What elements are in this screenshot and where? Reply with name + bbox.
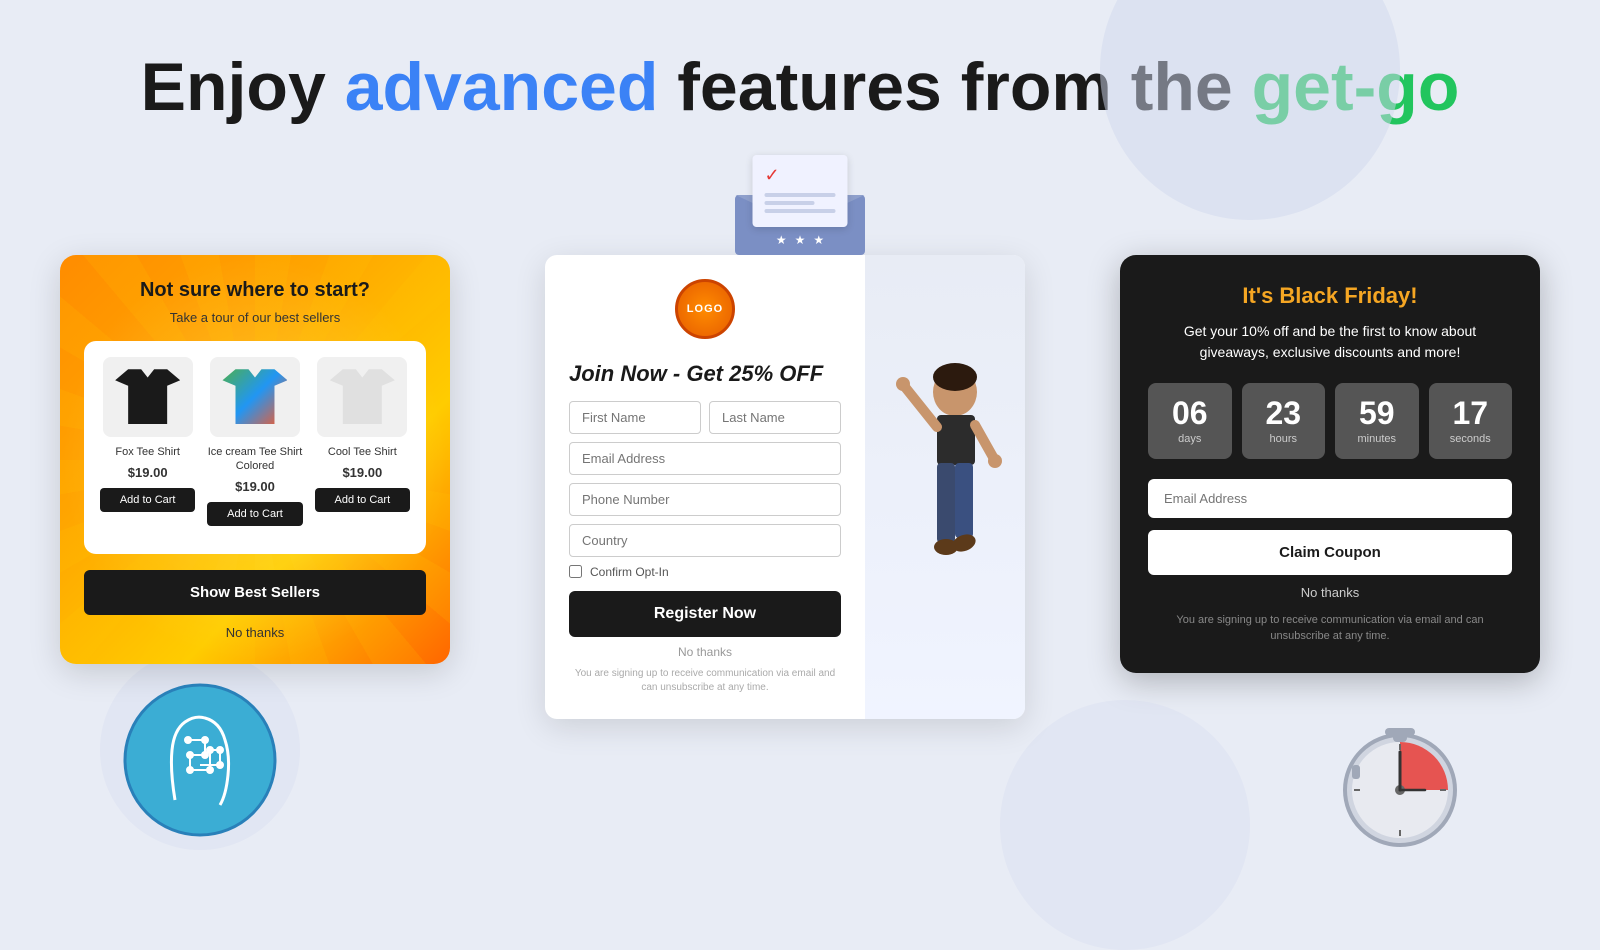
person-image-side bbox=[865, 255, 1025, 719]
countdown-seconds: 17 seconds bbox=[1429, 383, 1513, 459]
name-row bbox=[569, 401, 841, 434]
hours-value: 23 bbox=[1258, 397, 1310, 429]
countdown-hours: 23 hours bbox=[1242, 383, 1326, 459]
product-3-image bbox=[317, 357, 407, 437]
black-friday-card: It's Black Friday! Get your 10% off and … bbox=[1120, 255, 1540, 673]
product-2-price: $19.00 bbox=[207, 479, 302, 494]
product-2-image bbox=[210, 357, 300, 437]
bestsellers-subheading: Take a tour of our best sellers bbox=[84, 310, 426, 325]
no-thanks-right-link[interactable]: No thanks bbox=[1148, 585, 1512, 600]
last-name-input[interactable] bbox=[709, 401, 841, 434]
center-disclaimer: You are signing up to receive communicat… bbox=[569, 667, 841, 695]
product-3-price: $19.00 bbox=[315, 465, 410, 480]
days-label: days bbox=[1164, 433, 1216, 445]
days-value: 06 bbox=[1164, 397, 1216, 429]
product-1-name: Fox Tee Shirt bbox=[100, 445, 195, 459]
opt-in-checkbox[interactable] bbox=[569, 565, 582, 578]
signup-title: Join Now - Get 25% OFF bbox=[569, 361, 841, 387]
opt-in-label: Confirm Opt-In bbox=[590, 565, 669, 579]
brain-icon bbox=[120, 680, 280, 840]
signup-card: LOGO Join Now - Get 25% OFF Confirm Opt-… bbox=[545, 255, 1025, 719]
product-3-name: Cool Tee Shirt bbox=[315, 445, 410, 459]
add-to-cart-2-button[interactable]: Add to Cart bbox=[207, 502, 302, 526]
minutes-value: 59 bbox=[1351, 397, 1403, 429]
add-to-cart-3-button[interactable]: Add to Cart bbox=[315, 488, 410, 512]
product-1-image bbox=[103, 357, 193, 437]
bestsellers-heading: Not sure where to start? bbox=[84, 279, 426, 302]
product-1-price: $19.00 bbox=[100, 465, 195, 480]
jumping-person-illustration bbox=[885, 347, 1005, 627]
product-2-name: Ice cream Tee Shirt Colored bbox=[207, 445, 302, 474]
product-2: Ice cream Tee Shirt Colored $19.00 Add t… bbox=[207, 357, 302, 527]
show-best-sellers-button[interactable]: Show Best Sellers bbox=[84, 570, 426, 615]
envelope-icon: ✓ ★ ★ ★ bbox=[735, 155, 865, 255]
register-button[interactable]: Register Now bbox=[569, 591, 841, 637]
no-thanks-left-link[interactable]: No thanks bbox=[84, 625, 426, 640]
minutes-label: minutes bbox=[1351, 433, 1403, 445]
opt-in-row: Confirm Opt-In bbox=[569, 565, 841, 579]
signup-form: LOGO Join Now - Get 25% OFF Confirm Opt-… bbox=[545, 255, 865, 719]
bg-decoration-3 bbox=[1000, 700, 1250, 950]
no-thanks-center-link[interactable]: No thanks bbox=[569, 645, 841, 659]
countdown-timer: 06 days 23 hours 59 minutes 17 seconds bbox=[1148, 383, 1512, 459]
seconds-label: seconds bbox=[1445, 433, 1497, 445]
logo: LOGO bbox=[675, 279, 735, 339]
claim-coupon-button[interactable]: Claim Coupon bbox=[1148, 530, 1512, 575]
countdown-days: 06 days bbox=[1148, 383, 1232, 459]
right-disclaimer: You are signing up to receive communicat… bbox=[1148, 612, 1512, 645]
phone-input[interactable] bbox=[569, 483, 841, 516]
countdown-minutes: 59 minutes bbox=[1335, 383, 1419, 459]
country-input[interactable] bbox=[569, 524, 841, 557]
product-3: Cool Tee Shirt $19.00 Add to Cart bbox=[315, 357, 410, 527]
black-friday-subtitle: Get your 10% off and be the first to kno… bbox=[1148, 321, 1512, 363]
logo-text: LOGO bbox=[687, 303, 723, 315]
seconds-value: 17 bbox=[1445, 397, 1497, 429]
products-grid: Fox Tee Shirt $19.00 Add to Cart Ice cre… bbox=[100, 357, 410, 527]
black-friday-title: It's Black Friday! bbox=[1148, 283, 1512, 309]
cards-container: Not sure where to start? Take a tour of … bbox=[0, 245, 1600, 719]
products-container: Fox Tee Shirt $19.00 Add to Cart Ice cre… bbox=[84, 341, 426, 555]
email-input[interactable] bbox=[569, 442, 841, 475]
hours-label: hours bbox=[1258, 433, 1310, 445]
stopwatch-icon bbox=[1330, 710, 1470, 850]
first-name-input[interactable] bbox=[569, 401, 701, 434]
add-to-cart-1-button[interactable]: Add to Cart bbox=[100, 488, 195, 512]
bestsellers-card: Not sure where to start? Take a tour of … bbox=[60, 255, 450, 665]
email-coupon-input[interactable] bbox=[1148, 479, 1512, 518]
product-1: Fox Tee Shirt $19.00 Add to Cart bbox=[100, 357, 195, 527]
